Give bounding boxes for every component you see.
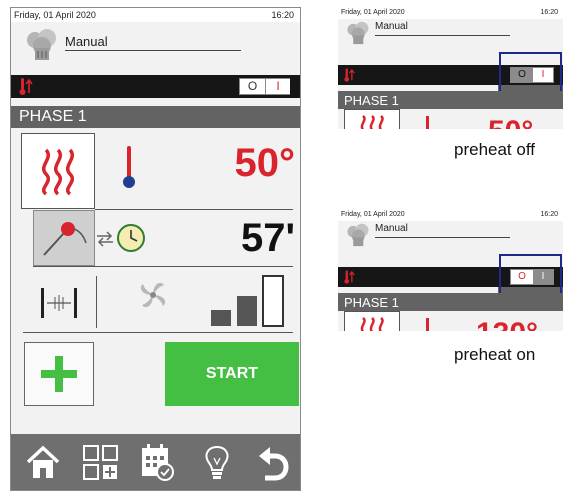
preview-status-time: 16:20 — [540, 211, 558, 218]
preview-phase-label: PHASE 1 — [344, 93, 399, 108]
row-divider — [33, 266, 293, 267]
core-probe-icon — [43, 222, 87, 256]
toggle-highlight-box — [499, 52, 562, 96]
preview-status-time: 16:20 — [540, 9, 558, 16]
toggle-highlight-box — [499, 254, 562, 298]
status-date: Friday, 01 April 2020 — [14, 10, 96, 20]
home-icon[interactable] — [25, 445, 61, 481]
preheat-toggle[interactable]: O I — [239, 78, 290, 95]
program-underline — [65, 50, 241, 51]
heat-waves-icon — [42, 148, 74, 196]
program-name: Manual — [65, 34, 108, 49]
preview-preheat-on: Friday, 01 April 2020 16:20 Manual O I P… — [338, 209, 563, 331]
preview-preheat-bar — [338, 267, 498, 287]
phase-label: PHASE 1 — [19, 108, 87, 125]
preview-temperature-value: 50° — [488, 115, 533, 129]
preview-program-underline — [375, 35, 510, 36]
preview-program-name: Manual — [375, 21, 408, 32]
thermometer-icon[interactable] — [122, 144, 136, 190]
clock-icon[interactable] — [115, 222, 147, 254]
program-selector[interactable]: Manual — [11, 24, 300, 68]
chef-hat-icon — [347, 21, 369, 45]
status-time: 16:20 — [271, 10, 294, 20]
status-bar: Friday, 01 April 2020 16:20 — [11, 8, 300, 22]
bottom-nav — [11, 434, 300, 490]
calendar-check-icon[interactable] — [139, 442, 175, 482]
thermometer-icon — [426, 116, 429, 129]
preview-preheat-bar — [338, 65, 498, 85]
heat-waves-icon — [360, 115, 384, 129]
preview-program-underline — [375, 237, 510, 238]
preview-mode-button — [344, 311, 400, 331]
preview-preheat-off: Friday, 01 April 2020 16:20 Manual O I P… — [338, 7, 563, 129]
preview-program-name: Manual — [375, 223, 408, 234]
preheat-thermometer-icon — [19, 78, 33, 95]
preheat-thermometer-icon — [344, 68, 355, 82]
preview-status-date: Friday, 01 April 2020 — [341, 211, 405, 218]
time-value[interactable]: 57' — [187, 216, 295, 261]
lightbulb-icon[interactable] — [203, 444, 231, 482]
phase-header[interactable]: PHASE 1 — [11, 106, 300, 128]
preview-phase-label: PHASE 1 — [344, 295, 399, 310]
thermometer-icon — [426, 318, 429, 331]
grid-add-icon[interactable] — [82, 444, 120, 482]
chef-hat-icon — [347, 223, 369, 247]
add-phase-button[interactable] — [24, 342, 94, 406]
preview-temperature-value: 130° — [476, 317, 538, 331]
temperature-value[interactable]: 50° — [187, 141, 296, 186]
caption-preheat-off: preheat off — [454, 140, 535, 159]
preview-status-bar: Friday, 01 April 2020 16:20 — [338, 7, 563, 19]
damper-icon[interactable] — [39, 286, 79, 320]
preview-mode-button — [344, 109, 400, 129]
heat-waves-icon — [360, 317, 384, 331]
back-arrow-icon[interactable] — [257, 444, 289, 482]
fan-icon[interactable] — [134, 276, 172, 314]
row-divider — [95, 209, 293, 210]
chef-hat-icon — [27, 29, 56, 60]
core-probe-button[interactable] — [33, 210, 95, 266]
plus-icon — [41, 356, 77, 392]
start-button[interactable]: START — [165, 342, 299, 406]
preview-phase-header: PHASE 1 — [338, 293, 563, 311]
cooking-mode-button[interactable] — [21, 133, 95, 209]
swap-arrows-icon[interactable] — [95, 230, 115, 248]
preview-status-date: Friday, 01 April 2020 — [341, 9, 405, 16]
fan-speed-bars-icon[interactable] — [209, 272, 289, 328]
row-divider — [23, 332, 293, 333]
preheat-thermometer-icon — [344, 270, 355, 284]
preview-status-bar: Friday, 01 April 2020 16:20 — [338, 209, 563, 221]
caption-preheat-on: preheat on — [454, 345, 536, 364]
toggle-on[interactable]: I — [265, 79, 290, 94]
toggle-off[interactable]: O — [240, 79, 265, 94]
preheat-bar: O I — [11, 75, 300, 98]
oven-control-screen: Friday, 01 April 2020 16:20 Manual O I P… — [10, 7, 301, 491]
column-divider — [96, 276, 97, 328]
preview-phase-header: PHASE 1 — [338, 91, 563, 109]
